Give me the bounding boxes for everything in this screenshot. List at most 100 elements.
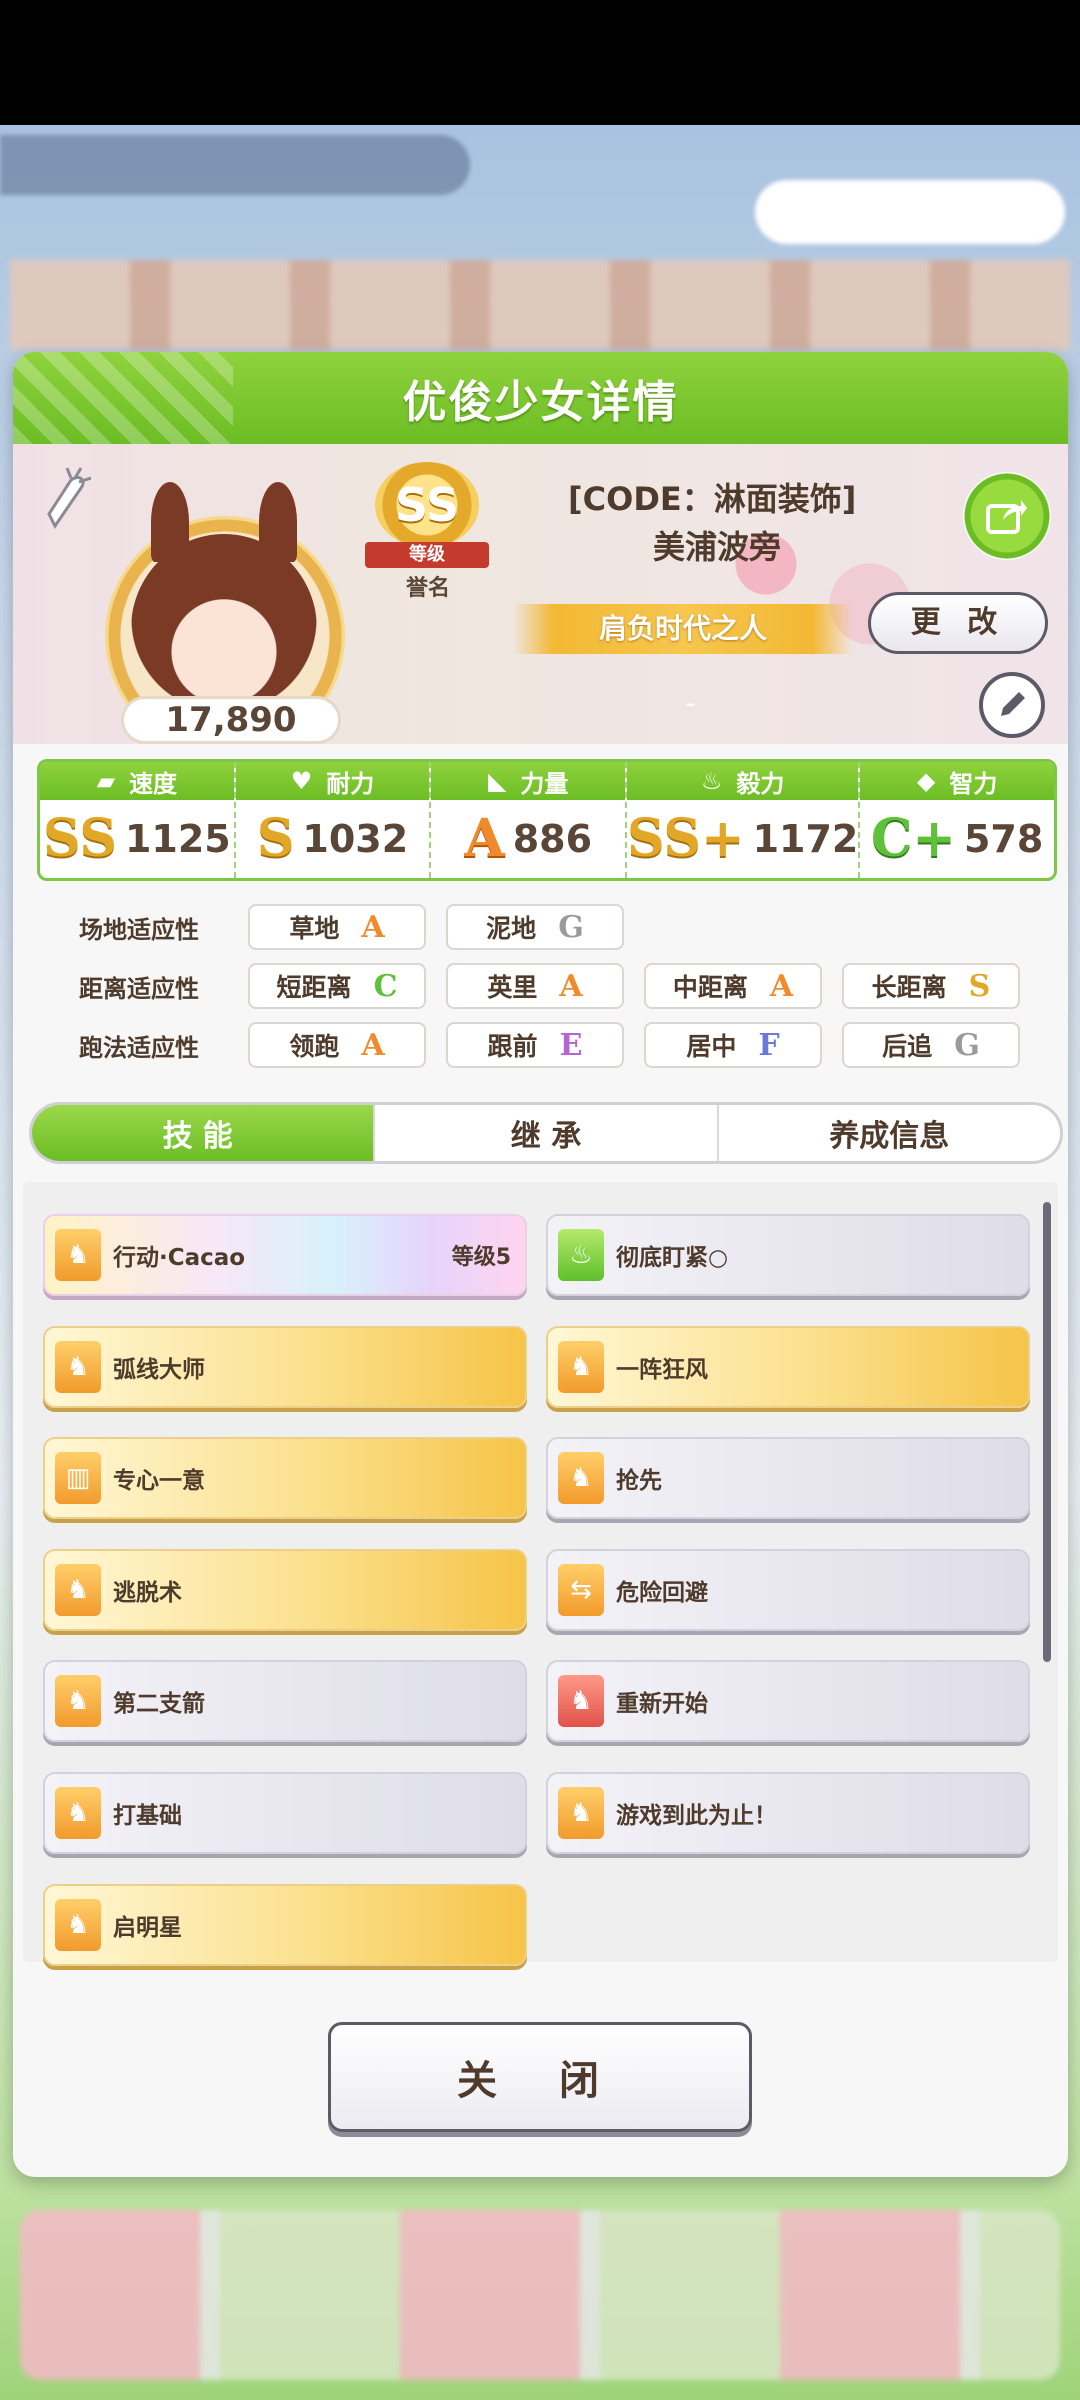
aptitude-name: 英里	[487, 973, 538, 1002]
stat-body: C+ 578	[860, 800, 1054, 878]
share-icon	[986, 500, 1027, 534]
character-name: 美浦波旁	[653, 528, 782, 566]
heart-icon: ♥	[290, 767, 313, 795]
style-aptitude-row: 跑法适应性 领跑 A 跟前 E 居中 F 后追 G	[43, 1022, 1040, 1068]
skill-card[interactable]: ♞ 行动·Cacao 等级5	[43, 1214, 527, 1296]
track-aptitude-row: 场地适应性 草地 A 泥地 G	[43, 904, 644, 950]
aptitude-grade: A	[361, 1027, 385, 1063]
stat-grade: C+	[871, 808, 956, 869]
running-horse-icon: ♞	[55, 1341, 101, 1393]
running-horse-icon: ♞	[55, 1787, 101, 1839]
skill-card[interactable]: ⇆ 危险回避	[546, 1549, 1030, 1631]
umamusume-detail-dialog: 优俊少女详情 17,890 SS 等级 誉名 [CODE：淋面装饰] 美浦波旁 …	[13, 352, 1068, 2177]
stat-value: 1125	[124, 817, 231, 861]
running-horse-icon: ♞	[55, 1564, 101, 1616]
rank-subtitle: 誉名	[405, 576, 450, 601]
red-horse-icon: ♞	[558, 1675, 604, 1727]
carrot-icon[interactable]	[41, 466, 93, 530]
aptitude-grade: A	[769, 968, 794, 1004]
change-title-button[interactable]: 更 改	[868, 592, 1048, 654]
aptitude-chip: 草地 A	[248, 904, 426, 950]
stat-value: 886	[512, 817, 593, 861]
running-horse-icon: ♞	[558, 1341, 604, 1393]
stats-panel: ▰ 速度 SS 1125 ♥ 耐力 S 1032 ◣ 力量 A 886 ♨ 毅力…	[37, 759, 1057, 881]
stat-body: SS 1125	[40, 800, 234, 878]
aptitude-name: 跟前	[487, 1032, 538, 1061]
rating-pill: 17,890	[121, 696, 341, 744]
aptitude-grade: A	[361, 909, 385, 945]
skill-name: 启明星	[113, 1915, 182, 1941]
stat-value: 1032	[302, 817, 409, 861]
aptitude-chip: 居中 F	[644, 1022, 822, 1068]
detail-tabs: 技能 继 承 养成信息	[29, 1102, 1063, 1164]
skill-card[interactable]: ♞ 启明星	[43, 1884, 527, 1966]
skill-card[interactable]: ♞ 重新开始	[546, 1660, 1030, 1742]
stat-value: 1172	[752, 817, 859, 861]
tab-inheritance[interactable]: 继 承	[375, 1105, 719, 1161]
running-horse-icon: ♞	[55, 1229, 101, 1281]
skill-card[interactable]: ♞ 第二支箭	[43, 1660, 527, 1742]
aptitude-chip: 英里 A	[446, 963, 624, 1009]
skill-card[interactable]: ♞ 逃脱术	[43, 1549, 527, 1631]
stat-label: 毅力	[736, 769, 785, 798]
background-bottom-nav	[20, 2210, 1060, 2380]
aptitude-grade: F	[758, 1027, 780, 1063]
aptitude-name: 草地	[289, 914, 340, 943]
skill-card[interactable]: ♞ 抢先	[546, 1437, 1030, 1519]
flame-icon: ♨	[700, 767, 723, 795]
skill-card[interactable]: ♞ 打基础	[43, 1772, 527, 1854]
close-button[interactable]: 关 闭	[328, 2022, 752, 2132]
pencil-icon	[1001, 692, 1025, 716]
skill-card[interactable]: ♞ 一阵狂风	[546, 1326, 1030, 1408]
aptitude-grade: G	[558, 909, 584, 945]
skill-card[interactable]: ▥ 专心一意	[43, 1437, 527, 1519]
aptitude-grade: C	[373, 968, 398, 1004]
aptitude-name: 领跑	[289, 1032, 340, 1061]
arrows-icon: ⇆	[558, 1564, 604, 1616]
tab-training-info[interactable]: 养成信息	[719, 1105, 1060, 1161]
skill-name: 抢先	[616, 1468, 662, 1494]
skill-name: 危险回避	[616, 1580, 708, 1606]
stat-body: S 1032	[236, 800, 430, 878]
edit-nickname-button[interactable]	[979, 672, 1045, 738]
aptitude-grade: S	[968, 968, 991, 1004]
stat-label: 速度	[129, 769, 178, 798]
running-horse-icon: ♞	[55, 1675, 101, 1727]
stat-speed: ▰ 速度 SS 1125	[40, 762, 236, 878]
stat-wisdom: ◆ 智力 C+ 578	[860, 762, 1054, 878]
skills-scrollbar[interactable]	[1043, 1202, 1051, 1662]
stat-grade: SS+	[627, 808, 745, 869]
nickname-placeholder: -	[685, 686, 696, 721]
skill-card[interactable]: ♨ 彻底盯紧○	[546, 1214, 1030, 1296]
stat-body: A 886	[431, 800, 625, 878]
background-button	[755, 180, 1065, 244]
aptitude-chip: 中距离 A	[644, 963, 822, 1009]
tab-skills[interactable]: 技能	[32, 1105, 376, 1161]
rank-ribbon: 等级	[365, 542, 489, 568]
aptitude-label: 跑法适应性	[79, 1033, 199, 1062]
aptitude-name: 后追	[882, 1032, 933, 1061]
profile-section: 17,890 SS 等级 誉名 [CODE：淋面装饰] 美浦波旁 肩负时代之人 …	[13, 444, 1068, 744]
aptitude-grade: A	[559, 968, 583, 1004]
green-flame-icon: ♨	[558, 1229, 604, 1281]
background-top-bar	[0, 135, 470, 195]
aptitude-chip: 长距离 S	[842, 963, 1020, 1009]
stat-grade: S	[256, 808, 295, 869]
skill-level: 等级5	[451, 1245, 511, 1270]
stat-stamina: ♥ 耐力 S 1032	[235, 762, 432, 878]
skill-name: 彻底盯紧○	[616, 1245, 729, 1271]
stat-header: ♨ 毅力	[627, 762, 859, 800]
aptitude-chip: 跟前 E	[446, 1022, 624, 1068]
skill-name: 游戏到此为止！	[616, 1803, 777, 1829]
dialog-title: 优俊少女详情	[402, 377, 679, 428]
aptitude-grade: G	[954, 1027, 980, 1063]
rating-value: 17,890	[165, 700, 297, 740]
skill-name: 逃脱术	[113, 1580, 182, 1606]
graduation-cap-icon: ◆	[916, 767, 936, 795]
aptitude-grade: E	[559, 1027, 583, 1063]
skill-card[interactable]: ♞ 弧线大师	[43, 1326, 527, 1408]
shoe-icon: ▰	[96, 767, 116, 795]
share-button[interactable]	[963, 472, 1051, 560]
aptitude-chip: 领跑 A	[248, 1022, 426, 1068]
skill-card[interactable]: ♞ 游戏到此为止！	[546, 1772, 1030, 1854]
